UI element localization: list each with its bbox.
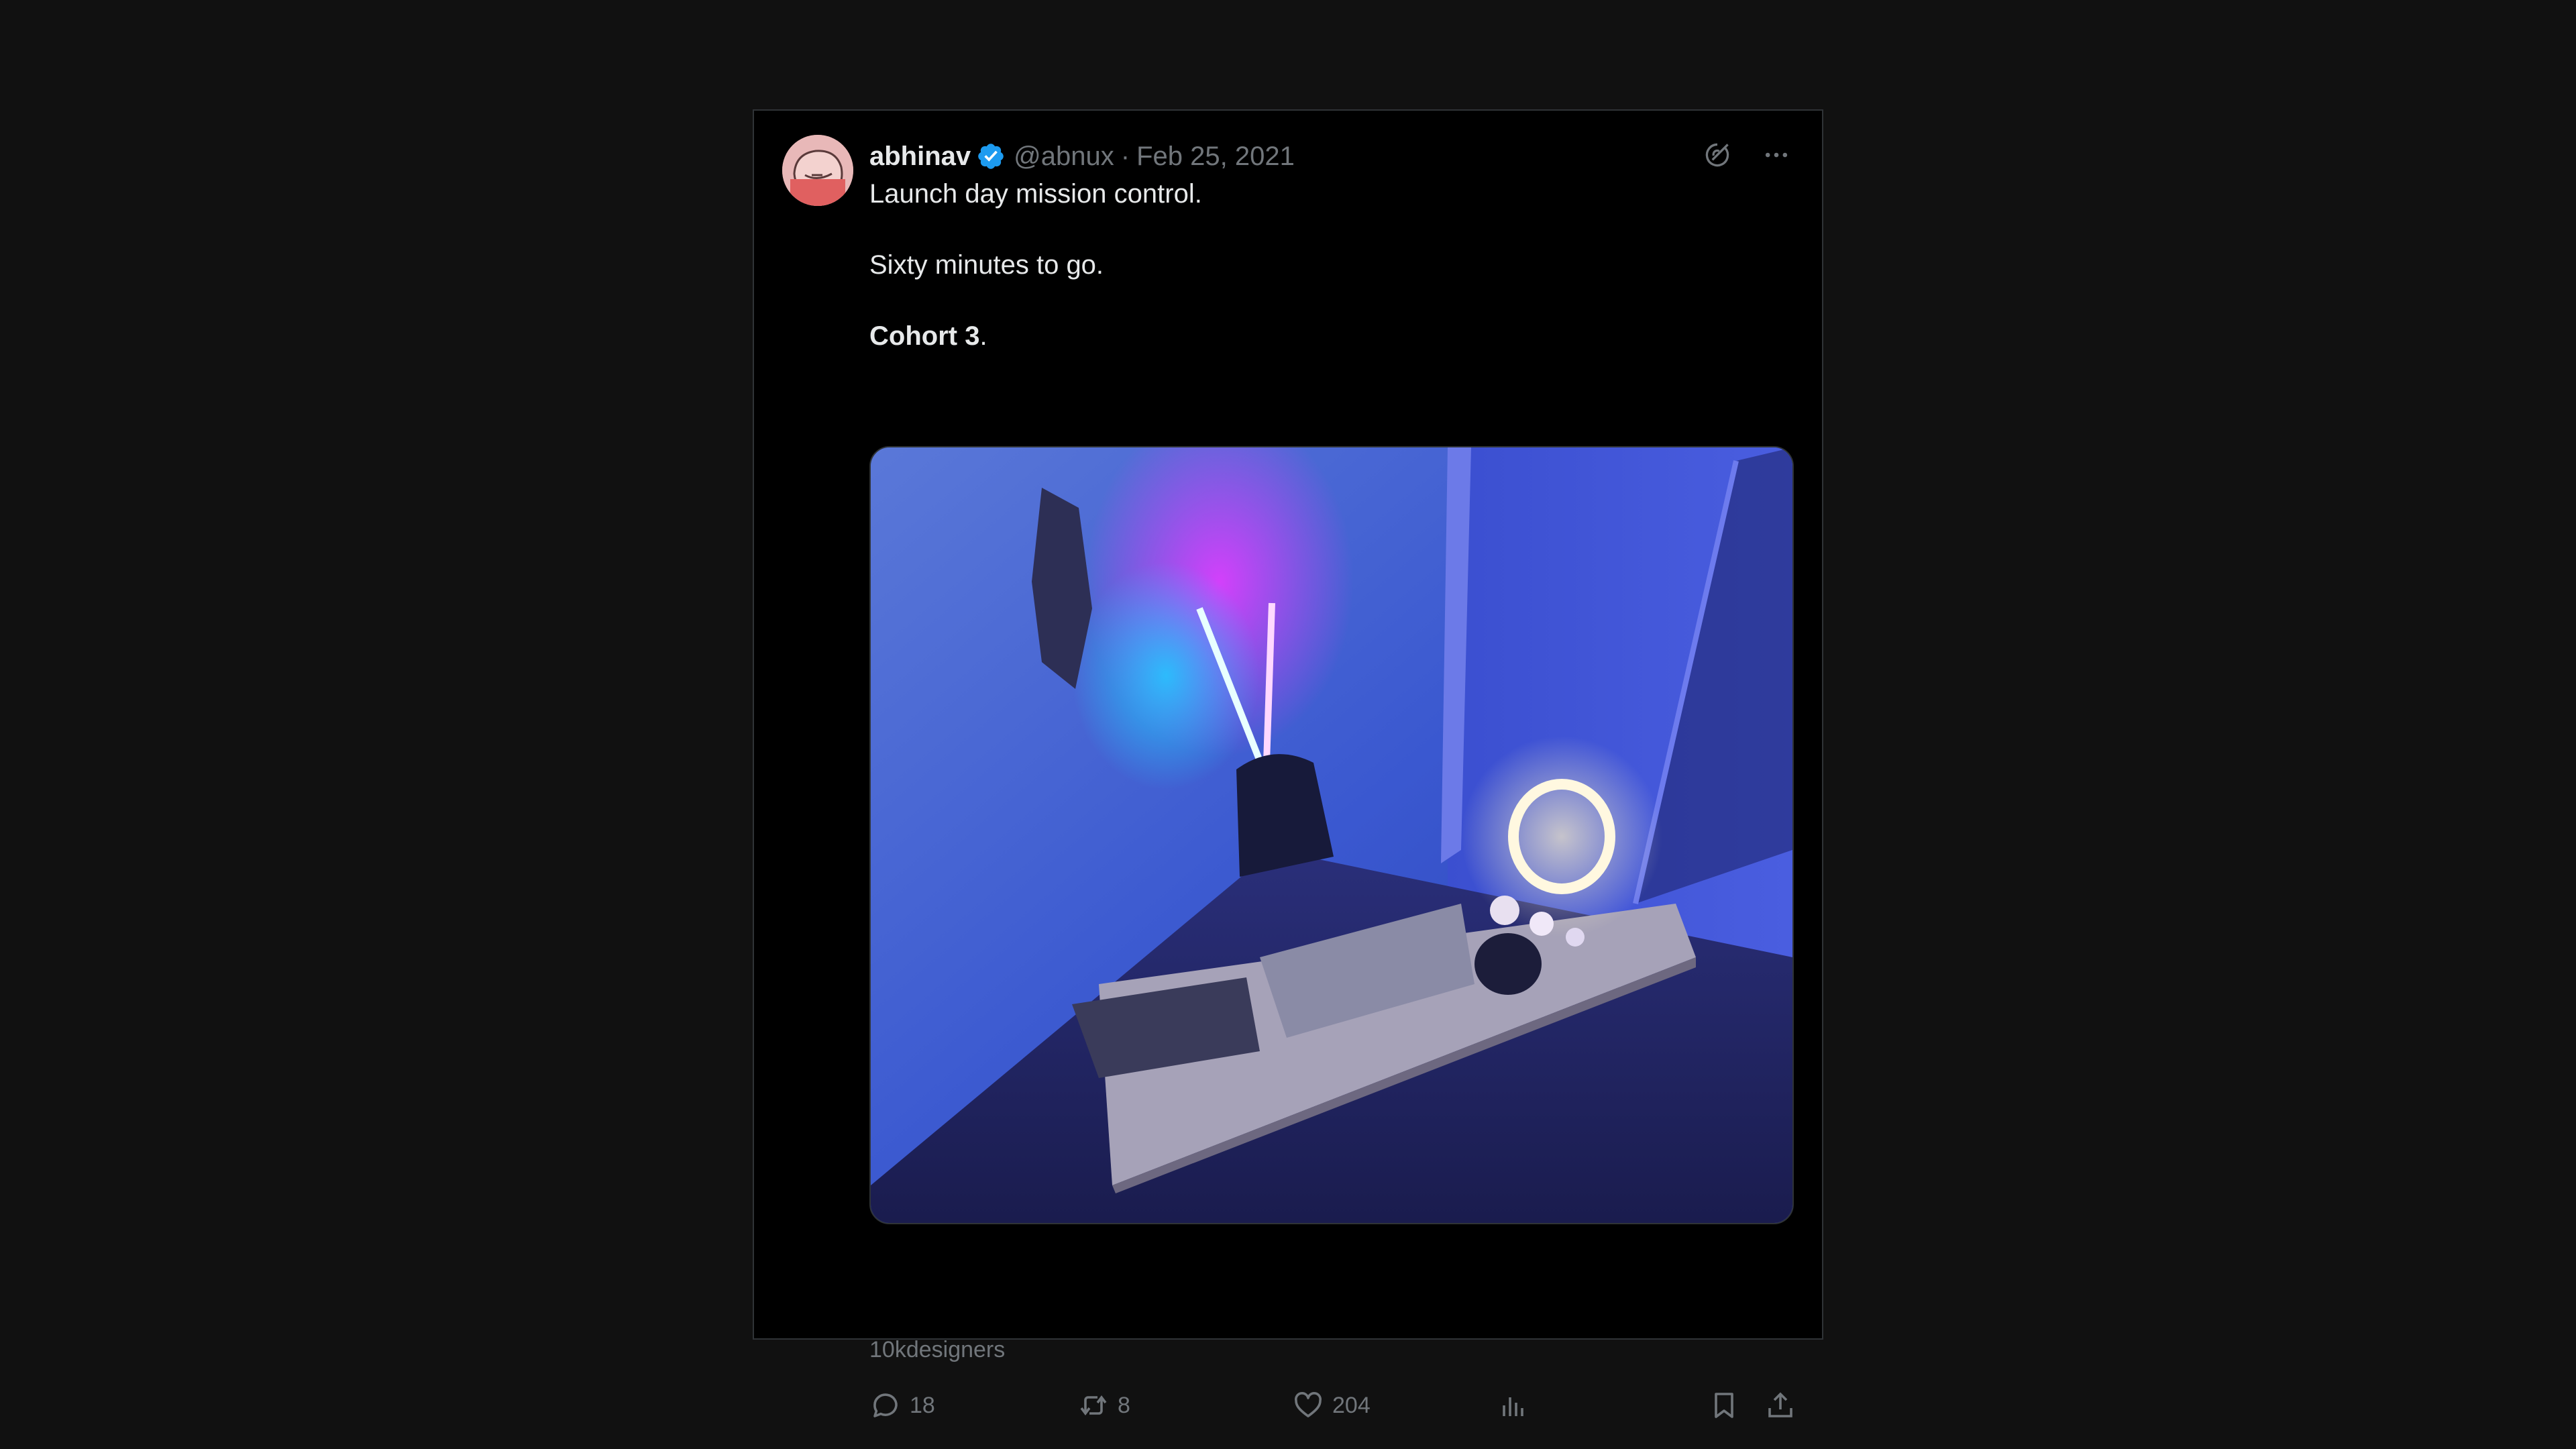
tweet-header: abhinav @abnux · Feb 25, 2021 — [869, 138, 1295, 175]
share-icon — [1768, 1392, 1792, 1417]
repost-button[interactable]: 8 — [1077, 1389, 1130, 1421]
more-button[interactable] — [1760, 139, 1792, 171]
tweet-card[interactable]: abhinav @abnux · Feb 25, 2021 Launch day… — [753, 109, 1823, 1418]
bookmark-button[interactable] — [1708, 1389, 1740, 1421]
tweet-line-3: Cohort 3. — [869, 319, 1202, 354]
avatar-illustration-icon — [782, 135, 853, 206]
desk-setup-photo-icon — [871, 447, 1792, 1223]
tweet-media-photo[interactable] — [869, 446, 1794, 1224]
tweet-actions-bar: 18 8 204 — [869, 1389, 1796, 1427]
separator-dot: · — [1120, 141, 1130, 171]
media-source-label[interactable]: 10kdesigners — [869, 1337, 1005, 1363]
share-button[interactable] — [1764, 1389, 1796, 1421]
reply-icon — [873, 1393, 898, 1417]
reply-count: 18 — [910, 1392, 935, 1418]
verified-badge-icon — [978, 144, 1004, 169]
tweet-line-2: Sixty minutes to go. — [869, 250, 1104, 280]
cohort-label: Cohort 3 — [869, 321, 980, 351]
top-actions — [1701, 139, 1792, 171]
cohort-punctuation: . — [979, 321, 987, 351]
like-button[interactable]: 204 — [1292, 1389, 1371, 1421]
views-button[interactable] — [1497, 1389, 1529, 1421]
tweet-text: Launch day mission control. Sixty minute… — [869, 176, 1202, 354]
display-name[interactable]: abhinav — [869, 142, 971, 172]
avatar[interactable] — [782, 135, 853, 206]
bookmark-icon — [1715, 1393, 1733, 1418]
tweet-line-1: Launch day mission control. — [869, 179, 1202, 209]
heart-icon — [1294, 1391, 1322, 1417]
more-icon — [1765, 152, 1788, 158]
grok-icon — [1705, 143, 1729, 167]
tweet-date[interactable]: Feb 25, 2021 — [1136, 142, 1295, 172]
user-handle[interactable]: @abnux — [1014, 142, 1114, 172]
reply-button[interactable]: 18 — [869, 1389, 935, 1421]
analytics-icon — [1503, 1397, 1523, 1416]
grok-button[interactable] — [1701, 139, 1733, 171]
repost-icon — [1080, 1395, 1107, 1415]
like-count: 204 — [1332, 1392, 1371, 1418]
repost-count: 8 — [1118, 1392, 1130, 1418]
